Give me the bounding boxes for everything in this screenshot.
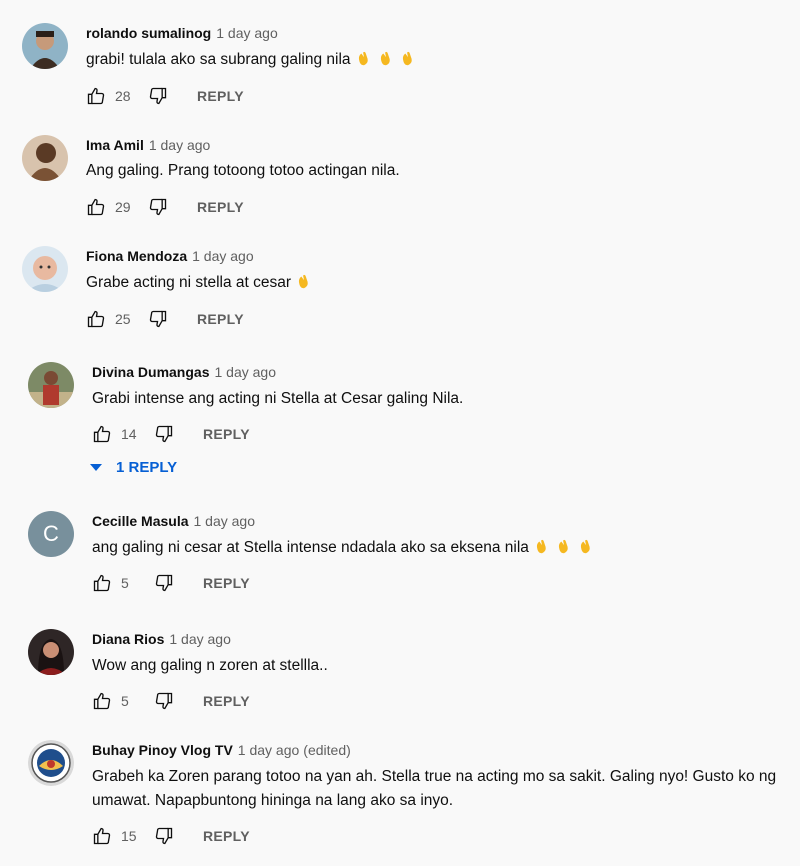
comment-actions: 5 REPLY xyxy=(91,572,250,594)
thumb-down-icon[interactable] xyxy=(153,423,175,445)
reply-button[interactable]: REPLY xyxy=(203,693,250,709)
like-count: 15 xyxy=(121,828,137,844)
caret-down-icon xyxy=(90,463,102,471)
avatar[interactable] xyxy=(22,23,68,69)
thumb-up-icon[interactable] xyxy=(85,308,107,330)
avatar[interactable] xyxy=(28,740,74,786)
view-replies-button[interactable]: 1 REPLY xyxy=(90,455,177,479)
thumb-up-icon[interactable] xyxy=(91,423,113,445)
thumb-up-icon[interactable] xyxy=(91,825,113,847)
like-count: 5 xyxy=(121,693,129,709)
author-name[interactable]: Cecille Masula xyxy=(92,513,189,529)
comment-text: Grabe acting ni stella at cesar xyxy=(86,271,790,295)
author-name[interactable]: Ima Amil xyxy=(86,137,144,153)
timestamp[interactable]: 1 day ago xyxy=(169,631,231,647)
clapping-hands-emoji xyxy=(529,539,595,556)
timestamp[interactable]: 1 day ago xyxy=(192,248,254,264)
comment-text: Ang galing. Prang totoong totoo actingan… xyxy=(86,159,790,183)
author-name[interactable]: rolando sumalinog xyxy=(86,25,211,41)
comment-header: rolando sumalinog 1 day ago xyxy=(86,25,278,41)
comment-actions: 25 REPLY xyxy=(85,308,244,330)
like-count: 29 xyxy=(115,199,131,215)
reply-button[interactable]: REPLY xyxy=(197,199,244,215)
avatar[interactable] xyxy=(22,246,68,292)
thumb-up-icon[interactable] xyxy=(91,572,113,594)
thumb-up-icon[interactable] xyxy=(85,85,107,107)
comment-header: Cecille Masula 1 day ago xyxy=(92,513,255,529)
comment-text: Grabi intense ang acting ni Stella at Ce… xyxy=(92,387,790,411)
thumb-down-icon[interactable] xyxy=(153,572,175,594)
comment-actions: 5 REPLY xyxy=(91,690,250,712)
reply-button[interactable]: REPLY xyxy=(203,426,250,442)
comment-body: ang galing ni cesar at Stella intense nd… xyxy=(92,539,529,556)
timestamp[interactable]: 1 day ago xyxy=(238,742,300,758)
timestamp[interactable]: 1 day ago xyxy=(149,137,211,153)
comment-actions: 15 REPLY xyxy=(91,825,250,847)
reply-button[interactable]: REPLY xyxy=(203,575,250,591)
comment-text: Grabeh ka Zoren parang totoo na yan ah. … xyxy=(92,765,790,813)
comment-text: grabi! tulala ako sa subrang galing nila xyxy=(86,48,790,72)
comment-body: Ang galing. Prang totoong totoo actingan… xyxy=(86,162,400,179)
author-name[interactable]: Buhay Pinoy Vlog TV xyxy=(92,742,233,758)
thumb-up-icon[interactable] xyxy=(85,196,107,218)
timestamp[interactable]: 1 day ago xyxy=(216,25,278,41)
comment-actions: 14 REPLY xyxy=(91,423,250,445)
clapping-hands-emoji xyxy=(351,51,417,68)
replies-toggle-label: 1 REPLY xyxy=(116,458,178,476)
comment-actions: 28 REPLY xyxy=(85,85,244,107)
comment-body: Wow ang galing n zoren at stellla.. xyxy=(92,657,328,674)
like-count: 14 xyxy=(121,426,137,442)
comment-text: ang galing ni cesar at Stella intense nd… xyxy=(92,536,790,560)
comment-body: Grabe acting ni stella at cesar xyxy=(86,274,292,291)
thumb-up-icon[interactable] xyxy=(91,690,113,712)
comment-text: Wow ang galing n zoren at stellla.. xyxy=(92,654,790,678)
timestamp[interactable]: 1 day ago xyxy=(214,364,276,380)
thumb-down-icon[interactable] xyxy=(147,308,169,330)
thumb-down-icon[interactable] xyxy=(147,196,169,218)
comment-body: Grabeh ka Zoren parang totoo na yan ah. … xyxy=(92,768,777,809)
clapping-hands-emoji xyxy=(291,274,313,291)
avatar-letter: C xyxy=(43,521,59,546)
edited-label: (edited) xyxy=(303,742,351,758)
comment-body: grabi! tulala ako sa subrang galing nila xyxy=(86,51,351,68)
comment-header: Ima Amil 1 day ago xyxy=(86,137,210,153)
comment-header: Divina Dumangas 1 day ago xyxy=(92,364,276,380)
comment-header: Diana Rios 1 day ago xyxy=(92,631,231,647)
comment-header: Fiona Mendoza 1 day ago xyxy=(86,248,254,264)
reply-button[interactable]: REPLY xyxy=(197,88,244,104)
avatar[interactable] xyxy=(28,629,74,675)
thumb-down-icon[interactable] xyxy=(147,85,169,107)
like-count: 25 xyxy=(115,311,131,327)
timestamp[interactable]: 1 day ago xyxy=(194,513,256,529)
comment-header: Buhay Pinoy Vlog TV 1 day ago (edited) xyxy=(92,742,351,758)
avatar[interactable] xyxy=(28,362,74,408)
like-count: 5 xyxy=(121,575,129,591)
avatar[interactable] xyxy=(22,135,68,181)
author-name[interactable]: Divina Dumangas xyxy=(92,364,209,380)
reply-button[interactable]: REPLY xyxy=(197,311,244,327)
like-count: 28 xyxy=(115,88,131,104)
comment-body: Grabi intense ang acting ni Stella at Ce… xyxy=(92,390,464,407)
author-name[interactable]: Diana Rios xyxy=(92,631,164,647)
comment-actions: 29 REPLY xyxy=(85,196,244,218)
thumb-down-icon[interactable] xyxy=(153,825,175,847)
avatar[interactable]: C xyxy=(28,511,74,557)
thumb-down-icon[interactable] xyxy=(153,690,175,712)
reply-button[interactable]: REPLY xyxy=(203,828,250,844)
author-name[interactable]: Fiona Mendoza xyxy=(86,248,187,264)
